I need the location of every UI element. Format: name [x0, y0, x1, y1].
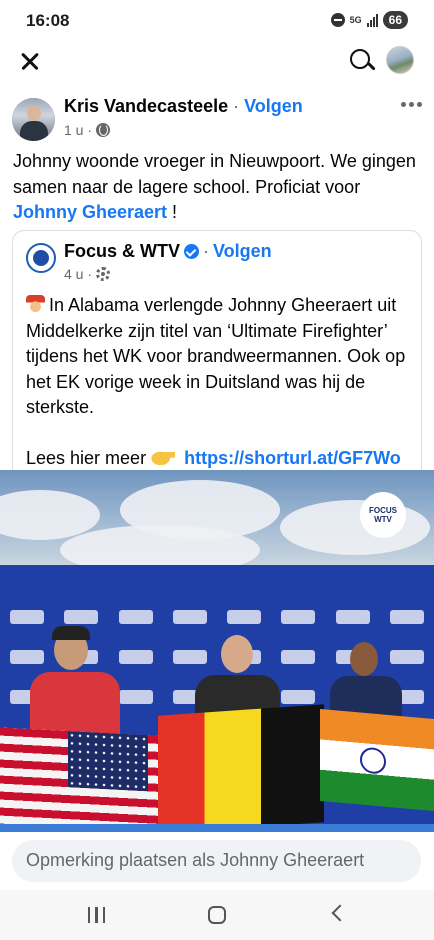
shared-link[interactable]: https://shorturl.at/GF7Wo	[184, 448, 401, 468]
close-icon[interactable]	[16, 47, 44, 75]
author-avatar[interactable]	[12, 98, 55, 141]
mention-link[interactable]: Johnny Gheeraert	[13, 202, 167, 222]
author-name[interactable]: Kris Vandecasteele	[64, 96, 228, 116]
page-name-line: Focus & WTV · Volgen	[64, 241, 272, 262]
top-bar	[0, 42, 434, 80]
signal-icon	[366, 13, 378, 27]
shared-meta: 4 u ·	[64, 266, 111, 282]
page-name[interactable]: Focus & WTV	[64, 241, 180, 262]
page-avatar[interactable]	[26, 243, 56, 273]
author-line: Kris Vandecasteele · Volgen	[64, 96, 303, 117]
system-nav-bar	[0, 890, 434, 940]
screen: 16:08 5G 66 Kris Vandecasteele · Volgen …	[0, 0, 434, 940]
status-time: 16:08	[26, 11, 70, 30]
comment-bar: Opmerking plaatsen als Johnny Gheeraert	[0, 832, 434, 890]
belgium-flag	[158, 704, 324, 832]
profile-avatar[interactable]	[386, 46, 414, 74]
read-more-label: Lees hier meer	[26, 447, 147, 468]
home-icon[interactable]	[208, 906, 226, 924]
usa-flag	[0, 727, 170, 832]
follow-button[interactable]: Volgen	[244, 96, 303, 116]
post-text-body: Johnny woonde vroeger in Nieuwpoort. We …	[13, 151, 416, 197]
separator: ·	[203, 241, 209, 261]
photo-edge	[0, 824, 434, 832]
follow-page-button[interactable]: Volgen	[213, 241, 272, 262]
recent-apps-icon[interactable]	[88, 907, 106, 923]
india-flag	[320, 709, 434, 811]
post-text-end: !	[167, 202, 178, 222]
shared-text-body: In Alabama verlengde Johnny Gheeraert ui…	[26, 295, 406, 417]
system-icons: 5G 66	[330, 11, 408, 29]
status-bar: 16:08 5G 66	[0, 0, 434, 42]
verified-badge-icon	[184, 244, 199, 259]
separator: ·	[228, 96, 245, 116]
gear-icon	[96, 267, 111, 281]
shared-time[interactable]: 4 u ·	[64, 266, 92, 282]
post-header: Kris Vandecasteele · Volgen 1 u ·	[0, 96, 434, 146]
shared-text: In Alabama verlengde Johnny Gheeraert ui…	[26, 293, 416, 471]
post-photo[interactable]: FOCUS WTV	[0, 470, 434, 832]
comment-input[interactable]: Opmerking plaatsen als Johnny Gheeraert	[12, 840, 421, 882]
battery-indicator: 66	[382, 11, 408, 29]
more-options-icon[interactable]	[401, 102, 422, 107]
post-meta: 1 u ·	[64, 122, 111, 138]
post-time[interactable]: 1 u ·	[64, 122, 92, 138]
do-not-disturb-icon	[330, 13, 345, 27]
pointing-right-emoji-icon	[151, 447, 176, 467]
globe-icon	[96, 123, 111, 137]
focus-wtv-logo: FOCUS WTV	[360, 492, 406, 538]
network-type: 5G	[349, 14, 362, 25]
firefighter-emoji-icon	[26, 295, 45, 314]
shared-post-card[interactable]: Focus & WTV · Volgen 4 u · In Alabama ve…	[12, 230, 422, 480]
back-icon[interactable]	[331, 904, 349, 922]
athlete-left	[30, 626, 120, 742]
search-icon[interactable]	[348, 47, 376, 75]
post-text: Johnny woonde vroeger in Nieuwpoort. We …	[13, 149, 423, 226]
